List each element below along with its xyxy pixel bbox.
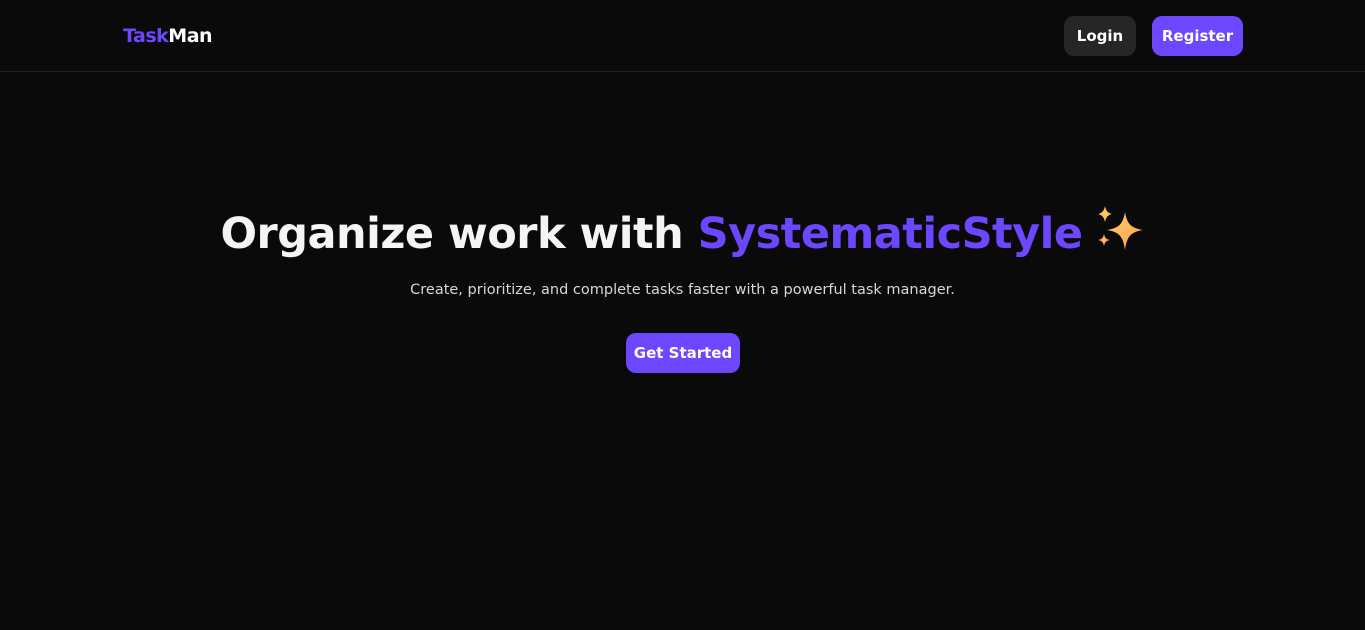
hero-title-highlight: SystematicStyle [697,209,1083,259]
hero-title: Organize work with SystematicStyle [0,204,1365,268]
get-started-button[interactable]: Get Started [626,333,740,373]
logo-man: Man [168,25,213,47]
hero-title-prefix: Organize work with [220,209,698,259]
logo-task: Task [123,25,169,47]
navbar: TaskMan Login Register [0,0,1365,72]
logo[interactable]: TaskMan [123,24,213,48]
hero-subtitle: Create, prioritize, and complete tasks f… [410,282,955,298]
login-button[interactable]: Login [1064,16,1136,56]
sparkles-icon [1095,204,1145,268]
register-button[interactable]: Register [1152,16,1243,56]
